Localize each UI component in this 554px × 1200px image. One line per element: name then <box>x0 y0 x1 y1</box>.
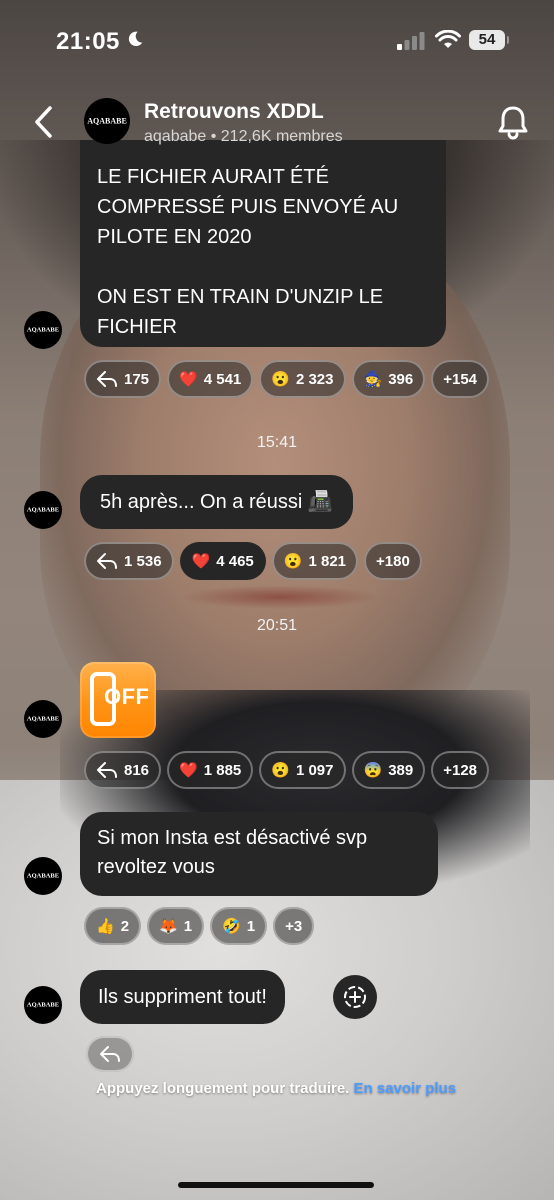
reaction-chip[interactable]: 😮 2 323 <box>259 360 346 398</box>
off-phone-sticker[interactable]: OFF <box>80 662 156 738</box>
sender-avatar[interactable]: AQABABE <box>24 857 62 895</box>
timestamp: 15:41 <box>256 434 298 451</box>
reaction-chip[interactable]: ❤️ 1 885 <box>167 751 254 789</box>
chat-header: AQABABE Retrouvons XDDL aqababe • 212,6K… <box>0 90 554 156</box>
timestamp: 20:51 <box>256 617 298 634</box>
reaction-bar: 1 536 ❤️ 4 465 😮 1 821 +180 <box>84 542 422 580</box>
reply-icon <box>97 553 117 569</box>
status-bar: 21:05 54 <box>0 0 554 80</box>
reaction-bar: 👍 2 🦊 1 🤣 1 +3 <box>84 907 315 945</box>
group-avatar[interactable]: AQABABE <box>84 98 130 144</box>
message-text: Si mon Insta est désactivé svp revoltez … <box>97 827 368 878</box>
sender-avatar[interactable]: AQABABE <box>24 700 62 738</box>
sender-avatar[interactable]: AQABABE <box>24 311 62 349</box>
moon-icon <box>128 31 143 47</box>
reaction-chip[interactable]: 🦊 1 <box>147 907 205 945</box>
reply-icon <box>100 1046 120 1062</box>
sender-avatar[interactable]: AQABABE <box>24 986 62 1024</box>
message-bubble[interactable]: LE FICHIER AURAIT ÉTÉ COMPRESSÉ PUIS ENV… <box>80 140 446 347</box>
message-bubble[interactable]: 5h après... On a réussi 📠 <box>80 475 353 529</box>
wifi-icon <box>435 30 461 48</box>
translate-hint: Appuyez longuement pour traduire. En sav… <box>96 1080 457 1097</box>
reaction-bar: 175 ❤️ 4 541 😮 2 323 🧙 396 +154 <box>84 360 490 398</box>
message-list: LE FICHIER AURAIT ÉTÉ COMPRESSÉ PUIS ENV… <box>0 0 554 1200</box>
reply-icon <box>97 371 117 387</box>
reply-count-chip[interactable]: 816 <box>84 751 162 789</box>
more-reactions-chip[interactable]: +154 <box>431 360 490 398</box>
message-text: Ils suppriment tout! <box>98 986 267 1008</box>
more-reactions-chip[interactable]: +128 <box>431 751 490 789</box>
reaction-chip[interactable]: 👍 2 <box>84 907 142 945</box>
message-text: LE FICHIER AURAIT ÉTÉ COMPRESSÉ PUIS ENV… <box>97 166 399 338</box>
reply-count-chip[interactable]: 175 <box>84 360 162 398</box>
group-subtitle: aqababe • 212,6K membres <box>144 128 343 145</box>
signal-icon <box>397 32 425 50</box>
bell-icon[interactable] <box>496 104 530 140</box>
back-chevron-icon[interactable] <box>30 104 58 140</box>
home-indicator[interactable] <box>178 1182 374 1188</box>
reaction-chip[interactable]: 😨 389 <box>351 751 426 789</box>
reply-count-chip[interactable]: 1 536 <box>84 542 174 580</box>
more-reactions-chip[interactable]: +180 <box>364 542 422 580</box>
reaction-chip[interactable]: 🤣 1 <box>210 907 268 945</box>
group-name[interactable]: Retrouvons XDDL <box>144 100 324 124</box>
reaction-chip-selected[interactable]: ❤️ 4 465 <box>179 542 266 580</box>
sender-avatar[interactable]: AQABABE <box>24 491 62 529</box>
reply-icon <box>97 762 117 778</box>
add-reaction-icon[interactable] <box>333 975 377 1019</box>
status-time: 21:05 <box>56 28 120 55</box>
message-bubble[interactable]: Si mon Insta est désactivé svp revoltez … <box>80 812 438 896</box>
reply-button[interactable] <box>86 1036 134 1072</box>
learn-more-link[interactable]: En savoir plus <box>354 1080 457 1097</box>
reaction-chip[interactable]: 🧙 396 <box>351 360 426 398</box>
message-text: 5h après... On a réussi 📠 <box>100 491 333 513</box>
message-bubble[interactable]: Ils suppriment tout! <box>80 970 285 1024</box>
reaction-chip[interactable]: 😮 1 821 <box>271 542 359 580</box>
more-reactions-chip[interactable]: +3 <box>273 907 315 945</box>
reaction-chip[interactable]: 😮 1 097 <box>259 751 346 789</box>
battery-indicator: 54 <box>469 30 509 50</box>
reaction-chip[interactable]: ❤️ 4 541 <box>167 360 254 398</box>
reaction-bar: 816 ❤️ 1 885 😮 1 097 😨 389 +128 <box>84 751 490 789</box>
